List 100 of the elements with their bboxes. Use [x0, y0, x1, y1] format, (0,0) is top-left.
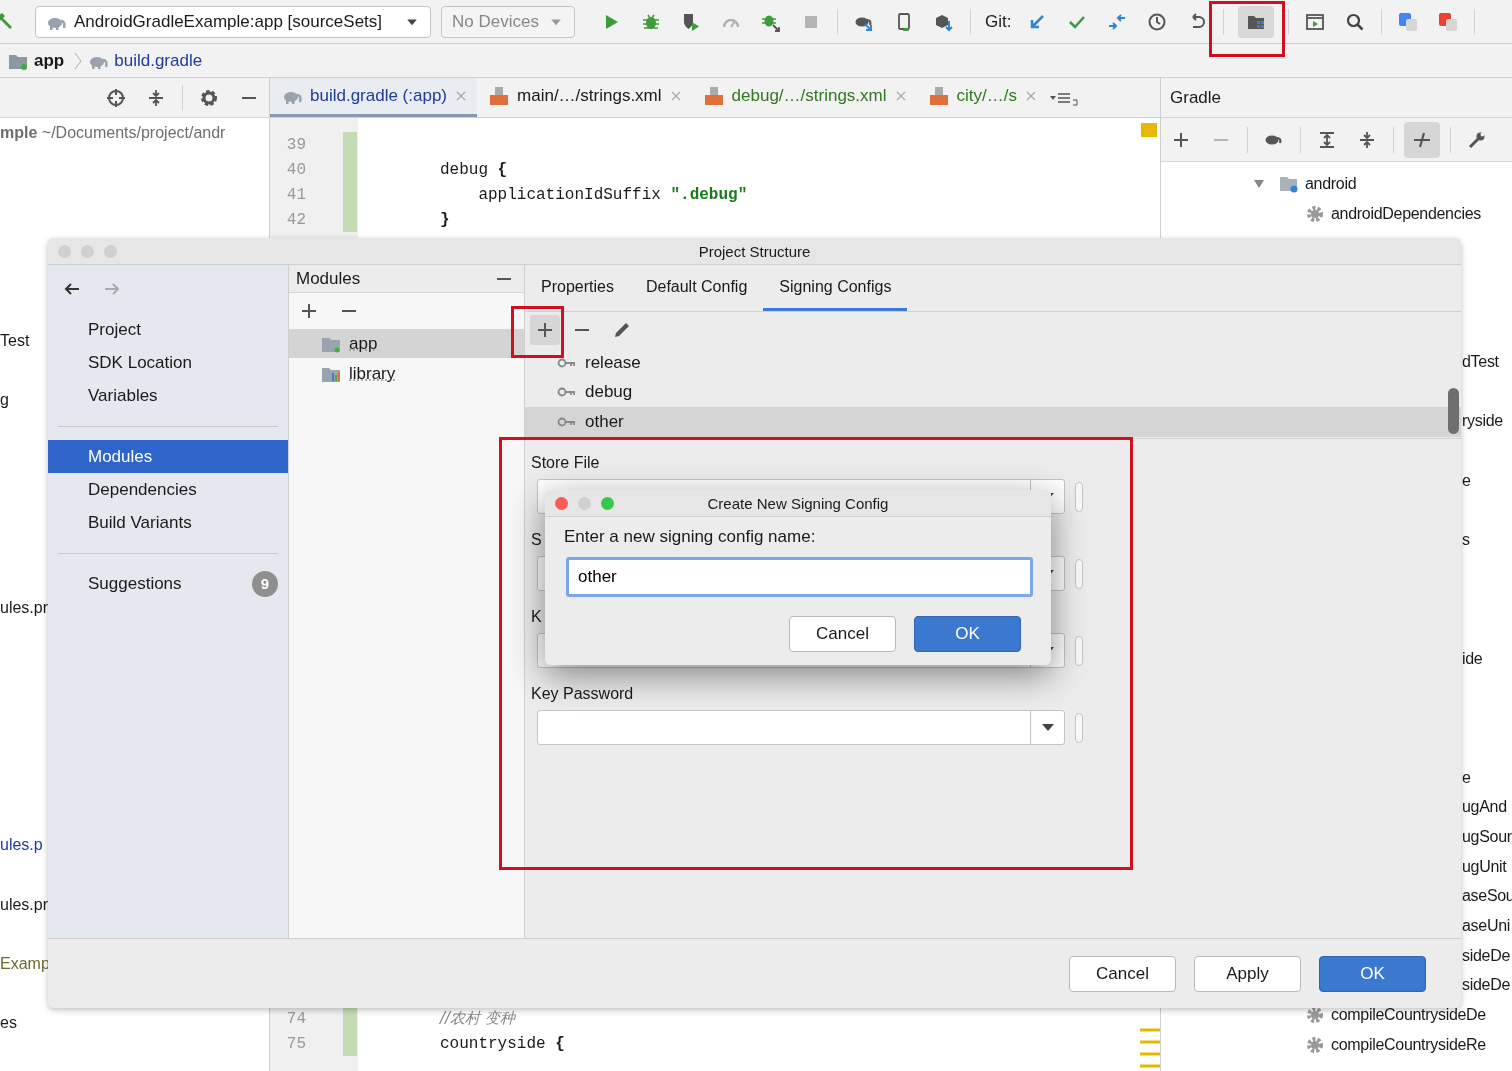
git-label: Git:: [985, 11, 1012, 32]
close-icon[interactable]: [669, 90, 682, 102]
tree-item[interactable]: android: [1305, 174, 1357, 193]
line-number: 75: [285, 1034, 306, 1053]
nav-item[interactable]: Project: [48, 313, 288, 346]
field-handle[interactable]: [1075, 635, 1083, 666]
tree-item[interactable]: dTest: [1462, 352, 1499, 371]
tree-item[interactable]: Test: [0, 331, 30, 350]
tab[interactable]: Signing Configs: [763, 265, 908, 311]
field-handle[interactable]: [1075, 558, 1083, 589]
tree-item[interactable]: e: [1462, 768, 1471, 787]
tab[interactable]: Properties: [525, 265, 630, 311]
dialog-button[interactable]: Cancel: [789, 616, 896, 652]
collapse-all-icon[interactable]: [1357, 129, 1377, 150]
code-line: applicationIdSuffix ".debug": [477, 185, 748, 204]
tree-item[interactable]: ugAnd: [1462, 798, 1507, 817]
tree-item[interactable]: compileCountrysideDe: [1331, 1006, 1486, 1025]
nav-item[interactable]: Build Variants: [48, 506, 288, 539]
translate-icon[interactable]: [1398, 11, 1419, 32]
module-item[interactable]: library: [289, 359, 524, 388]
editor-tab[interactable]: debug/…/strings.xml: [691, 78, 917, 117]
tree-item[interactable]: androidDependencies: [1331, 204, 1481, 223]
tree-item[interactable]: ules.p: [0, 836, 43, 855]
field-handle[interactable]: [1075, 481, 1083, 512]
line-number: 41: [285, 185, 306, 204]
arrows-icon[interactable]: [1107, 11, 1128, 32]
shield-play-icon[interactable]: [681, 11, 701, 32]
collapse-all-icon[interactable]: [146, 87, 166, 108]
expand-all-icon[interactable]: [1317, 129, 1337, 150]
breadcrumb-item[interactable]: build.gradle: [114, 50, 203, 71]
tree-item[interactable]: ules.pr: [0, 895, 49, 914]
nav-item[interactable]: Suggestions 9: [48, 567, 288, 600]
config-item[interactable]: other: [525, 407, 1461, 437]
chevron-icon: [74, 50, 83, 71]
count-badge: 9: [252, 570, 278, 597]
warning-marker[interactable]: [1141, 123, 1157, 137]
nav-item[interactable]: Variables: [48, 379, 288, 412]
plus-icon[interactable]: [299, 301, 319, 321]
line-number: 39: [285, 135, 306, 154]
close-button[interactable]: [555, 496, 568, 510]
plus-icon: [535, 320, 555, 340]
breadcrumb-item[interactable]: app: [34, 50, 65, 71]
dialog-button[interactable]: OK: [1319, 955, 1426, 992]
window-play-icon[interactable]: [1305, 11, 1326, 32]
tree-item[interactable]: compileCountrysideRe: [1331, 1035, 1486, 1054]
project-structure-button[interactable]: [1238, 5, 1275, 38]
editor-tab[interactable]: main/…/strings.xml: [477, 78, 692, 117]
nav-item[interactable]: Modules: [48, 440, 288, 473]
line-number: 74: [285, 1009, 306, 1028]
error-stripe-marks[interactable]: [1140, 1028, 1160, 1068]
dialog-button[interactable]: Apply: [1194, 955, 1301, 992]
tree-item[interactable]: es: [0, 1014, 17, 1033]
config-item[interactable]: debug: [525, 377, 1461, 407]
tree-item[interactable]: g: [0, 391, 9, 410]
close-icon[interactable]: [894, 90, 907, 102]
search-icon[interactable]: [1345, 11, 1366, 32]
tree-item[interactable]: ugSour: [1462, 827, 1512, 846]
name-input[interactable]: other: [566, 557, 1033, 597]
module-item[interactable]: app: [289, 329, 524, 358]
close-icon[interactable]: [455, 90, 468, 102]
add-button[interactable]: [530, 315, 560, 345]
close-icon[interactable]: [1024, 90, 1037, 102]
run-config-dropdown[interactable]: AndroidGradleExample:app [sourceSets]: [35, 5, 431, 38]
tree-item[interactable]: sideDe: [1462, 946, 1510, 965]
gear-icon[interactable]: [199, 87, 219, 108]
dialog-title: Project Structure: [698, 242, 811, 260]
translate-icon[interactable]: [1438, 11, 1459, 32]
expand-arrow-icon[interactable]: [1253, 177, 1265, 190]
nav-item[interactable]: SDK Location: [48, 346, 288, 379]
line-number: 42: [285, 210, 306, 229]
pencil-icon[interactable]: [612, 320, 632, 340]
field-handle[interactable]: [1075, 712, 1083, 743]
config-item[interactable]: release: [525, 348, 1461, 378]
dialog-button[interactable]: OK: [914, 616, 1021, 652]
tree-item[interactable]: ules.pr: [0, 598, 49, 617]
tree-item[interactable]: s: [1462, 531, 1470, 550]
tree-item[interactable]: aseUni: [1462, 917, 1510, 936]
combo-field[interactable]: [537, 710, 1065, 745]
tree-item[interactable]: e: [1462, 471, 1471, 490]
field-label: Store File: [531, 453, 600, 473]
tree-item[interactable]: ide: [1462, 649, 1483, 668]
tree-item[interactable]: sideDe: [1462, 976, 1510, 995]
scrollbar-thumb[interactable]: [1448, 388, 1459, 434]
field-label: K: [531, 607, 542, 627]
editor-tab[interactable]: build.gradle (:app): [270, 78, 478, 117]
field-label: Key Password: [531, 684, 634, 704]
tab[interactable]: Default Config: [629, 265, 764, 311]
clock-icon[interactable]: [1147, 11, 1168, 32]
dialog-button[interactable]: Cancel: [1069, 955, 1176, 992]
tree-item[interactable]: ryside: [1462, 412, 1503, 431]
code-line: }: [440, 210, 450, 229]
nav-item[interactable]: Dependencies: [48, 473, 288, 506]
tree-item[interactable]: mple ~/Documents/project/andr: [0, 123, 226, 142]
crosshair-icon[interactable]: [106, 87, 126, 108]
zoom-button[interactable]: [601, 496, 614, 510]
editor-tab[interactable]: city/…/s: [916, 78, 1047, 117]
tree-item[interactable]: ugUnit: [1462, 857, 1507, 876]
offline-toggle-button[interactable]: [1404, 121, 1440, 158]
tree-item[interactable]: Examp: [0, 955, 50, 974]
change-bar: [343, 1006, 357, 1056]
